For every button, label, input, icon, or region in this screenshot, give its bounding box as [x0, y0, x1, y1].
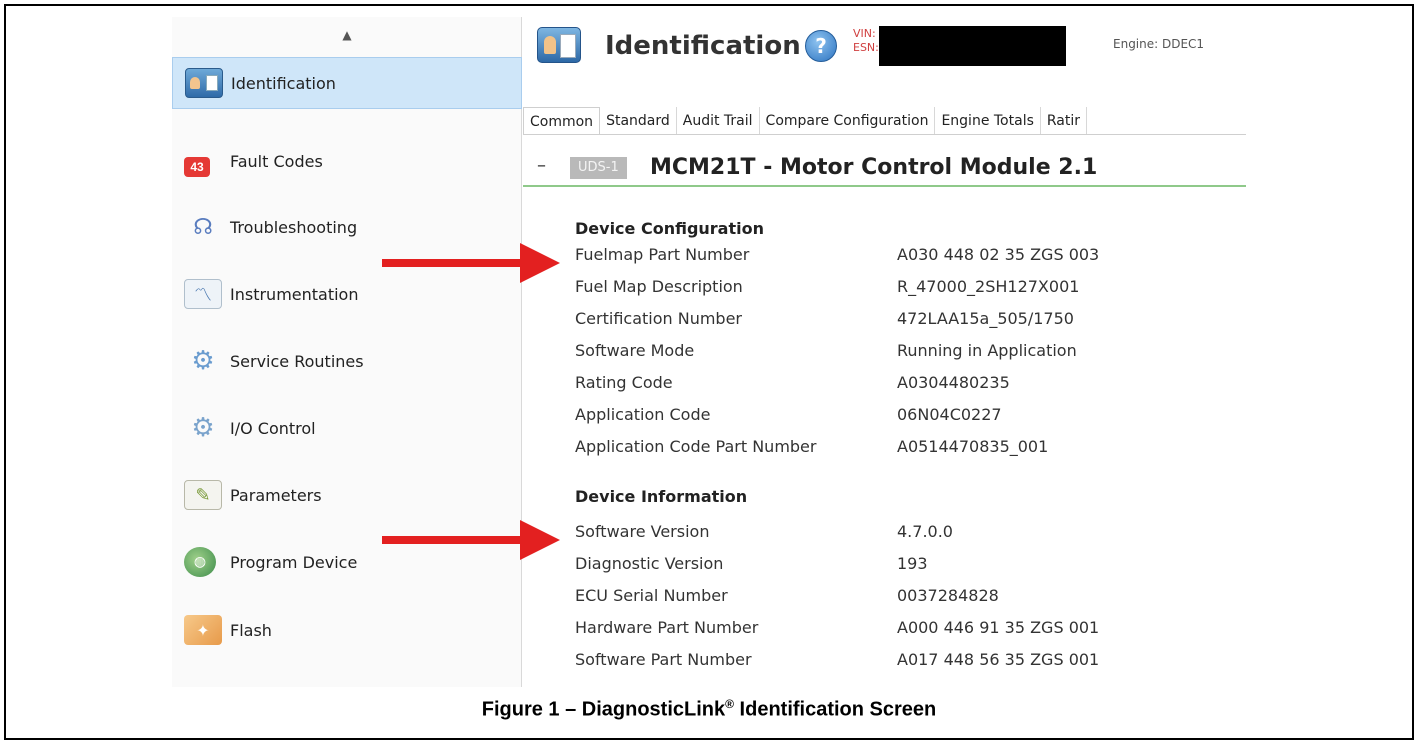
sidebar-item-parameters[interactable]: ✎ Parameters	[172, 469, 522, 521]
figure-caption: Figure 1 – DiagnosticLink® Identificatio…	[0, 697, 1418, 722]
arrow-software-version-icon	[520, 520, 560, 560]
sidebar-item-label: Flash	[230, 620, 272, 640]
tab-engine-totals[interactable]: Engine Totals	[935, 107, 1041, 134]
row-label: Application Code Part Number	[575, 437, 817, 456]
notepad-icon: ✎	[184, 480, 222, 510]
redaction-box	[879, 26, 1066, 66]
row-value: 0037284828	[897, 586, 999, 605]
row-label: Hardware Part Number	[575, 618, 759, 637]
section-heading: Device Configuration	[575, 219, 764, 238]
gears-icon: ⚙	[191, 346, 215, 376]
sidebar-item-label: Service Routines	[230, 351, 364, 371]
table-row: Hardware Part Number A000 446 91 35 ZGS …	[575, 618, 1235, 642]
row-label: Fuelmap Part Number	[575, 245, 750, 264]
arrow-fuelmap-shaft	[382, 259, 527, 267]
sidebar-item-identification[interactable]: Identification	[172, 57, 522, 109]
sidebar-item-label: I/O Control	[230, 418, 316, 438]
tab-standard[interactable]: Standard	[600, 107, 677, 134]
table-row: Certification Number 472LAA15a_505/1750	[575, 309, 1235, 333]
table-row: Fuel Map Description R_47000_2SH127X001	[575, 277, 1235, 301]
caption-text-suffix: Identification Screen	[733, 698, 937, 721]
fault-codes-icon: 43	[184, 157, 210, 177]
uds-badge: UDS-1	[570, 157, 627, 179]
row-label: Application Code	[575, 405, 711, 424]
sidebar-item-label: Parameters	[230, 485, 322, 505]
globe-icon: ◍	[184, 547, 216, 577]
row-label: Software Part Number	[575, 650, 752, 669]
table-row: Fuelmap Part Number A030 448 02 35 ZGS 0…	[575, 245, 1235, 269]
arrow-fuelmap-icon	[520, 243, 560, 283]
table-row: Rating Code A0304480235	[575, 373, 1235, 397]
table-row: Software Mode Running in Application	[575, 341, 1235, 365]
sidebar-item-troubleshooting[interactable]: ☊ Troubleshooting	[172, 201, 522, 253]
page-header: Identification ? VIN: ESN: Engine: DDEC1	[523, 17, 1246, 75]
table-row: Application Code 06N04C0227	[575, 405, 1235, 429]
section-heading: Device Information	[575, 487, 748, 506]
row-label: Diagnostic Version	[575, 554, 724, 573]
sidebar-item-label: Troubleshooting	[230, 217, 358, 237]
table-row: Diagnostic Version 193	[575, 554, 1235, 578]
sidebar-item-label: Fault Codes	[230, 151, 323, 171]
row-label: ECU Serial Number	[575, 586, 728, 605]
tab-bar: Common Standard Audit Trail Compare Conf…	[523, 107, 1246, 135]
sidebar-item-service-routines[interactable]: ⚙ Service Routines	[172, 335, 522, 387]
esn-label: ESN:	[853, 41, 879, 54]
module-header: – UDS-1 MCM21T - Motor Control Module 2.…	[523, 149, 1246, 187]
caption-text: Figure 1 – DiagnosticLink	[481, 698, 726, 721]
row-value: Running in Application	[897, 341, 1077, 360]
row-label: Certification Number	[575, 309, 742, 328]
stethoscope-icon: ☊	[193, 214, 213, 240]
sidebar-item-instrumentation[interactable]: 〽 Instrumentation	[172, 268, 522, 320]
tab-common[interactable]: Common	[523, 107, 601, 134]
collapse-button[interactable]: –	[537, 155, 546, 176]
row-label: Fuel Map Description	[575, 277, 743, 296]
row-label: Software Mode	[575, 341, 695, 360]
sidebar-item-label: Identification	[231, 73, 336, 93]
tab-ratings[interactable]: Ratir	[1041, 107, 1088, 134]
sidebar-item-label: Program Device	[230, 552, 358, 572]
row-value: A0514470835_001	[897, 437, 1049, 456]
scroll-up-icon[interactable]: ▲	[172, 17, 522, 53]
table-row: Software Part Number A017 448 56 35 ZGS …	[575, 650, 1235, 674]
row-value: 4.7.0.0	[897, 522, 953, 541]
registered-mark: ®	[725, 697, 734, 711]
row-value: 472LAA15a_505/1750	[897, 309, 1074, 328]
table-row: Application Code Part Number A0514470835…	[575, 437, 1235, 461]
row-value: A0304480235	[897, 373, 1010, 392]
help-icon[interactable]: ?	[805, 30, 837, 62]
row-label: Software Version	[575, 522, 710, 541]
flash-icon: ✦	[184, 615, 222, 645]
row-value: 06N04C0227	[897, 405, 1002, 424]
identification-icon	[185, 68, 223, 98]
diagnosticlink-screenshot: ▲ Identification 43 Fault Codes ☊ Troubl…	[172, 17, 1246, 687]
row-value: A017 448 56 35 ZGS 001	[897, 650, 1100, 669]
arrow-software-version-shaft	[382, 536, 527, 544]
table-row: ECU Serial Number 0037284828	[575, 586, 1235, 610]
sidebar-item-fault-codes[interactable]: 43 Fault Codes	[172, 135, 522, 187]
row-value: 193	[897, 554, 928, 573]
tab-audit-trail[interactable]: Audit Trail	[677, 107, 760, 134]
module-title: MCM21T - Motor Control Module 2.1	[650, 155, 1098, 180]
sidebar-item-label: Instrumentation	[230, 284, 359, 304]
row-value: A030 448 02 35 ZGS 003	[897, 245, 1100, 264]
sidebar-item-flash[interactable]: ✦ Flash	[172, 604, 522, 656]
chart-icon: 〽	[184, 279, 222, 309]
identification-icon	[537, 27, 581, 63]
row-value: R_47000_2SH127X001	[897, 277, 1080, 296]
tab-compare-configuration[interactable]: Compare Configuration	[760, 107, 936, 134]
main-panel: Identification ? VIN: ESN: Engine: DDEC1…	[523, 17, 1246, 687]
sidebar: ▲ Identification 43 Fault Codes ☊ Troubl…	[172, 17, 522, 687]
table-row: Software Version 4.7.0.0	[575, 522, 1235, 546]
row-label: Rating Code	[575, 373, 673, 392]
engine-label: Engine: DDEC1	[1113, 37, 1205, 51]
row-value: A000 446 91 35 ZGS 001	[897, 618, 1100, 637]
page-title: Identification	[605, 31, 801, 61]
io-gears-icon: ⚙	[191, 413, 215, 443]
sidebar-item-io-control[interactable]: ⚙ I/O Control	[172, 402, 522, 454]
vin-label: VIN:	[853, 27, 876, 40]
